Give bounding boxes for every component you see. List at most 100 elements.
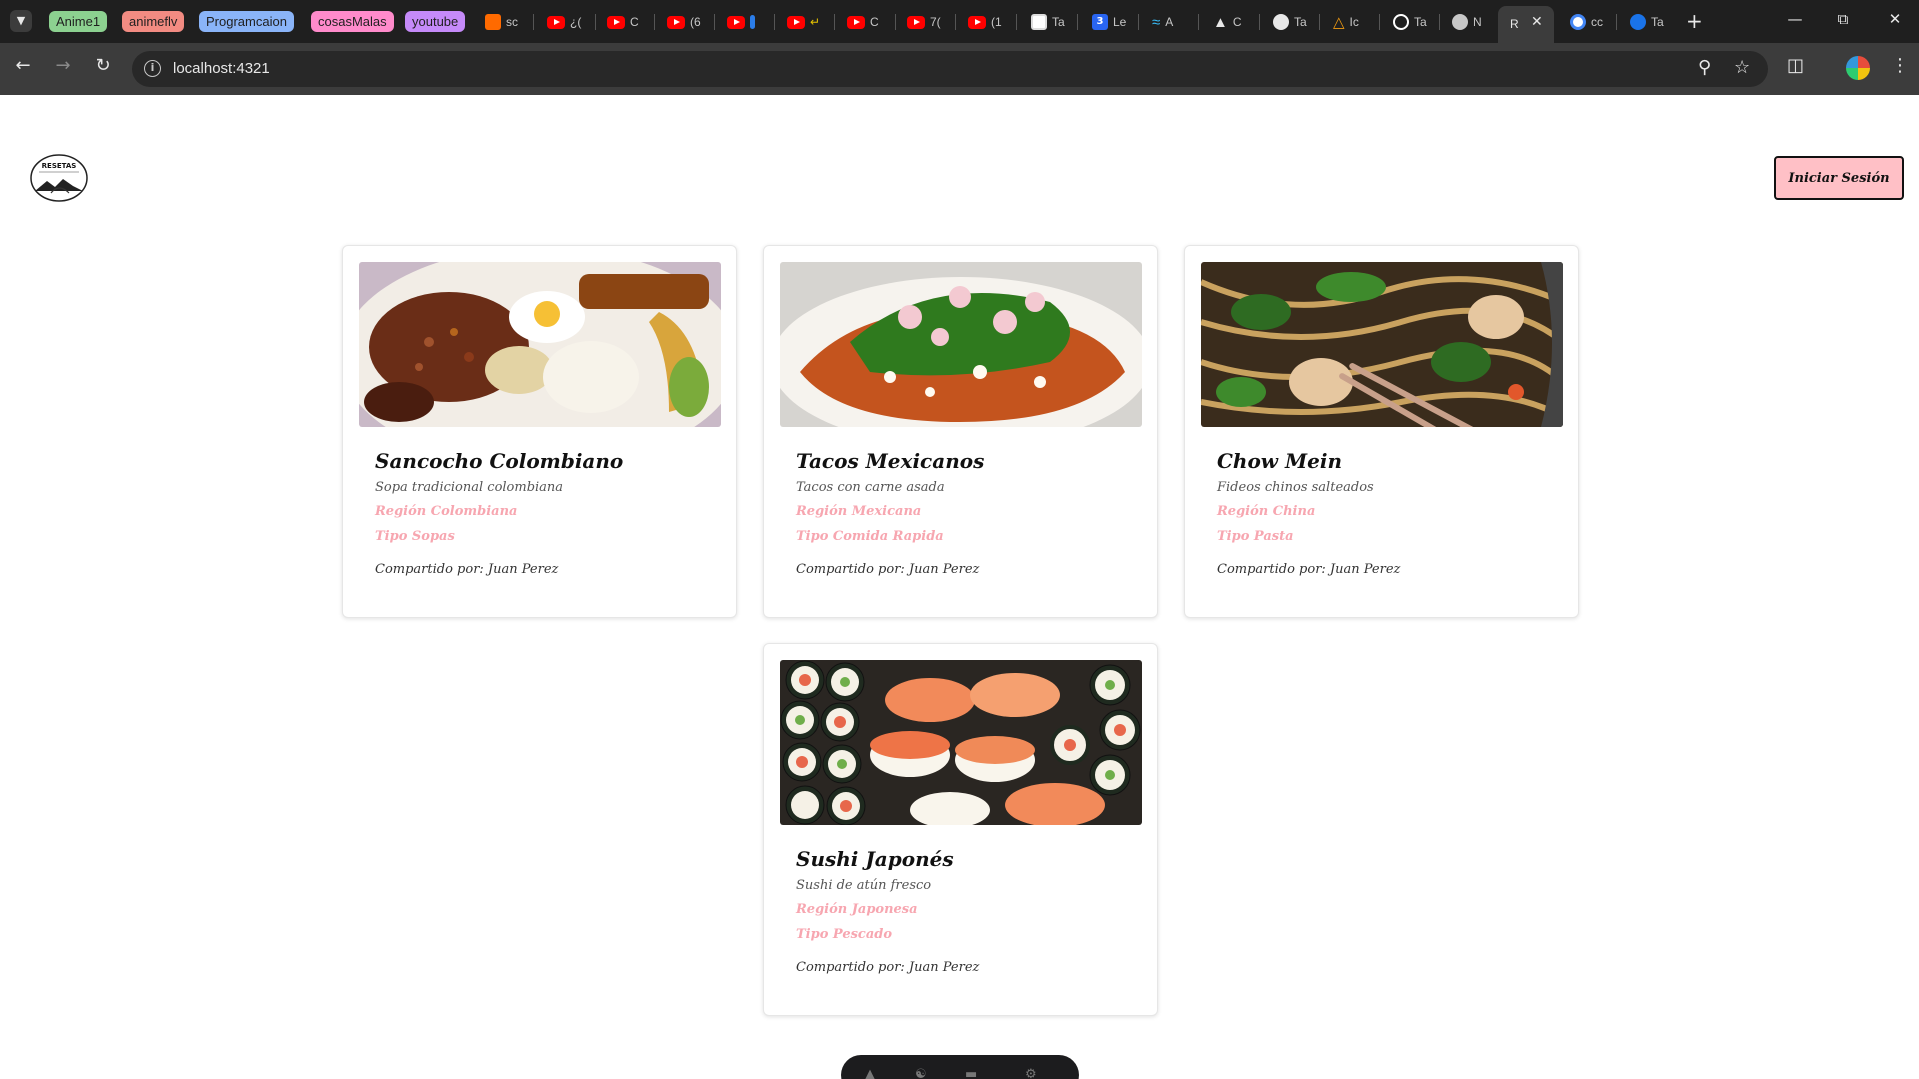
youtube-icon — [968, 15, 986, 29]
recipe-region: Región Mexicana — [796, 504, 922, 519]
browser-tab[interactable]: N — [1452, 12, 1482, 32]
address-bar[interactable]: i localhost:4321 ⚲ ☆ — [132, 51, 1768, 87]
url-text[interactable]: localhost:4321 — [173, 60, 270, 77]
tab-title: 7( — [930, 15, 941, 29]
browser-tab[interactable]: △ Ic — [1333, 12, 1359, 32]
w-icon — [485, 14, 501, 30]
menu-dots-icon[interactable]: ⋮ — [1891, 55, 1909, 76]
youtube-icon — [847, 15, 865, 29]
browser-tab[interactable]: 3 Le — [1092, 12, 1126, 32]
tab-separator — [834, 14, 835, 30]
tab-group-programcaion[interactable]: Programcaion — [199, 11, 294, 32]
tab-separator — [774, 14, 775, 30]
dev-toolbar[interactable]: ▲ ☯ ▬ ⚙ — [841, 1055, 1079, 1079]
youtube-icon — [787, 15, 805, 29]
recipe-author: Compartido por: Juan Perez — [1217, 562, 1401, 577]
recipe-region: Región China — [1217, 504, 1316, 519]
tab-search-button[interactable]: ▼ — [10, 10, 32, 32]
tab-group-youtube[interactable]: youtube — [405, 11, 466, 32]
youtube-icon — [667, 15, 685, 29]
sancocho-image[interactable] — [359, 262, 721, 427]
tab-title: N — [1473, 15, 1482, 29]
recipe-type: Tipo Pasta — [1217, 529, 1294, 544]
audit-icon[interactable]: ▬ — [965, 1067, 977, 1079]
new-tab-icon[interactable]: + — [1686, 9, 1703, 33]
globe-icon — [1452, 14, 1468, 30]
browser-tab[interactable]: Ta — [1393, 12, 1427, 32]
recipe-description: Fideos chinos salteados — [1217, 480, 1374, 495]
tab-separator — [595, 14, 596, 30]
active-tab[interactable]: R ✕ — [1498, 6, 1554, 43]
tab-separator — [895, 14, 896, 30]
tab-title: cc — [1591, 15, 1603, 29]
browser-tab[interactable]: (1 — [968, 12, 1002, 32]
site-logo[interactable]: RESETAS — [29, 153, 89, 203]
browser-tab[interactable]: cc — [1570, 12, 1603, 32]
window-close-icon[interactable]: ✕ — [1885, 10, 1905, 28]
tab-separator — [1138, 14, 1139, 30]
tab-separator — [1439, 14, 1440, 30]
extensions-icon[interactable]: ◫ — [1787, 55, 1804, 76]
recipe-region: Región Colombiana — [375, 504, 518, 519]
browser-tab[interactable]: Ta — [1630, 12, 1664, 32]
profile-avatar[interactable] — [1846, 56, 1870, 80]
forward-icon[interactable]: → — [50, 55, 76, 76]
tab-group-cosasmalas[interactable]: cosasMalas — [311, 11, 394, 32]
recipe-type: Tipo Comida Rapida — [796, 529, 944, 544]
sushi-image[interactable] — [780, 660, 1142, 825]
close-tab-icon[interactable]: ✕ — [1531, 14, 1543, 30]
astro-menu-icon[interactable]: ▲ — [865, 1067, 875, 1079]
tab-group-animeflv[interactable]: animeflv — [122, 11, 185, 32]
tab-separator — [1198, 14, 1199, 30]
tab-separator — [533, 14, 534, 30]
browser-tab[interactable]: Ta — [1273, 12, 1307, 32]
tab-title: R — [1510, 17, 1519, 31]
back-icon[interactable]: ← — [10, 55, 36, 76]
recipe-card[interactable]: Sancocho Colombiano Sopa tradicional col… — [342, 245, 737, 618]
browser-tab[interactable]: ¿( — [547, 12, 581, 32]
recipe-author: Compartido por: Juan Perez — [796, 960, 980, 975]
browser-tab[interactable]: ≈ A — [1152, 12, 1173, 32]
recipe-region: Región Japonesa — [796, 902, 918, 917]
google-icon — [1570, 14, 1586, 30]
site-info-icon[interactable]: i — [144, 60, 161, 77]
youtube-icon — [907, 15, 925, 29]
chow-mein-image[interactable] — [1201, 262, 1563, 427]
login-button[interactable]: Iniciar Sesión — [1774, 156, 1904, 200]
tab-title: (1 — [991, 15, 1002, 29]
tab-title: C — [630, 15, 639, 29]
recipe-author: Compartido por: Juan Perez — [796, 562, 980, 577]
browser-toolbar: ← → ↻ i localhost:4321 ⚲ ☆ ◫ ⋮ — [0, 43, 1919, 95]
browser-tab[interactable]: (6 — [667, 12, 701, 32]
browser-tab[interactable]: ↵ — [787, 12, 820, 32]
tab-title: Ic — [1349, 15, 1359, 29]
css-icon: 3 — [1092, 14, 1108, 30]
tacos-image[interactable] — [780, 262, 1142, 427]
recipe-title: Tacos Mexicanos — [796, 449, 985, 473]
browser-tab[interactable] — [727, 12, 755, 32]
bar-icon — [750, 15, 755, 29]
tab-separator — [1379, 14, 1380, 30]
recipe-card[interactable]: Chow Mein Fideos chinos salteados Región… — [1184, 245, 1579, 618]
settings-icon[interactable]: ⚙ — [1025, 1067, 1037, 1079]
recipe-card[interactable]: Tacos Mexicanos Tacos con carne asada Re… — [763, 245, 1158, 618]
restore-icon[interactable]: ⧉ — [1833, 10, 1853, 28]
browser-tab[interactable]: 7( — [907, 12, 941, 32]
page-icon — [1031, 14, 1047, 30]
browser-tab[interactable]: C — [847, 12, 879, 32]
recipe-card[interactable]: Sushi Japonés Sushi de atún fresco Regió… — [763, 643, 1158, 1016]
zoom-icon[interactable]: ⚲ — [1698, 57, 1711, 78]
browser-tab[interactable]: ▲ C — [1213, 12, 1242, 32]
minimize-icon[interactable]: — — [1785, 10, 1805, 28]
bookmark-star-icon[interactable]: ☆ — [1734, 57, 1750, 78]
tab-group-anime1[interactable]: Anime1 — [49, 11, 108, 32]
tab-title: Ta — [1294, 15, 1307, 29]
recipe-author: Compartido por: Juan Perez — [375, 562, 559, 577]
tab-separator — [1077, 14, 1078, 30]
reload-icon[interactable]: ↻ — [90, 55, 116, 76]
tab-separator — [1616, 14, 1617, 30]
browser-tab[interactable]: Ta — [1031, 12, 1065, 32]
browser-tab[interactable]: C — [607, 12, 639, 32]
browser-tab[interactable]: sc — [485, 12, 518, 32]
inspect-icon[interactable]: ☯ — [915, 1067, 927, 1079]
